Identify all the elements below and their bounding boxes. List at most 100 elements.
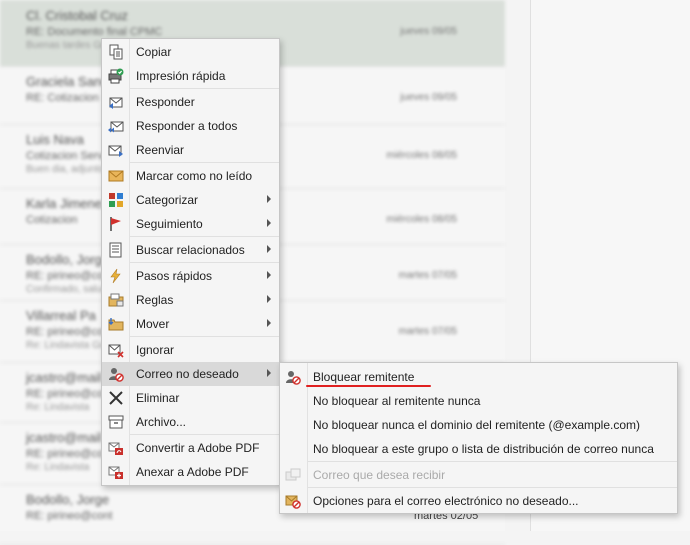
menu-separator (130, 88, 279, 89)
ignore-icon (108, 344, 124, 358)
submenu-item-never-block-group[interactable]: No bloquear a este grupo o lista de dist… (280, 437, 677, 461)
mail-sender: jcastro@mail (26, 370, 102, 385)
mail-preview: Re: Lindavista (26, 402, 90, 413)
quick-steps-icon (110, 268, 121, 284)
mail-preview: Re: Lindavista (26, 462, 90, 473)
delete-x-icon (109, 391, 123, 405)
menu-item-forward[interactable]: Reenviar (102, 138, 279, 162)
menu-item-label: Marcar como no leído (136, 169, 253, 183)
menu-separator (130, 162, 279, 163)
junk-options-icon (285, 495, 301, 509)
menu-item-label: Reglas (136, 293, 174, 307)
menu-item-label: Seguimiento (136, 217, 203, 231)
submenu-item-never-block-domain[interactable]: No bloquear nunca el dominio del remiten… (280, 413, 677, 437)
submenu-arrow-icon (267, 219, 271, 227)
menu-item-reply[interactable]: Responder (102, 90, 279, 114)
menu-item-junk[interactable]: Correo no deseado (102, 362, 279, 386)
mail-date: martes 07/05 (398, 326, 457, 337)
submenu-item-not-junk: Correo que desea recibir (280, 463, 677, 487)
reply-icon (109, 97, 123, 109)
adobe-pdf-convert-icon (108, 442, 123, 455)
menu-item-convert-pdf[interactable]: Convertir a Adobe PDF (102, 436, 279, 460)
menu-item-rules[interactable]: Reglas (102, 288, 279, 312)
forward-icon (108, 145, 123, 157)
menu-item-label: Ignorar (136, 343, 175, 357)
menu-item-label: Responder (136, 95, 195, 109)
menu-item-ignore[interactable]: Ignorar (102, 338, 279, 362)
mail-date: jueves 09/05 (400, 26, 457, 37)
menu-item-move[interactable]: Mover (102, 312, 279, 336)
menu-item-label: Correo no deseado (136, 367, 239, 381)
menu-item-mark-unread[interactable]: Marcar como no leído (102, 164, 279, 188)
submenu-arrow-icon (267, 195, 271, 203)
mail-subject: RE: pirineo@cont (26, 510, 113, 522)
mail-sender: Karla Jimenez (26, 196, 109, 211)
mail-sender: Bodollo, Jorge (26, 252, 110, 267)
menu-separator (308, 487, 677, 488)
annotation-underline (306, 385, 431, 387)
menu-item-categorize[interactable]: Categorizar (102, 188, 279, 212)
menu-item-copy[interactable]: Copiar (102, 40, 279, 64)
mail-date: miércoles 08/05 (386, 150, 457, 161)
move-folder-icon (108, 318, 124, 331)
block-sender-icon (286, 371, 301, 385)
menu-item-append-pdf[interactable]: Anexar a Adobe PDF (102, 460, 279, 484)
menu-item-label: Copiar (136, 45, 172, 59)
mail-subject: RE: pirineo@cont (26, 326, 113, 338)
adobe-pdf-append-icon (108, 466, 123, 479)
menu-separator (130, 236, 279, 237)
mail-subject: RE: Cotizacion (26, 92, 99, 104)
context-menu: Copiar Impresión rápida Responder Respon… (101, 38, 280, 486)
mail-date: jueves 09/05 (400, 92, 457, 103)
submenu-arrow-icon (267, 245, 271, 253)
menu-item-delete[interactable]: Eliminar (102, 386, 279, 410)
menu-item-quick-print[interactable]: Impresión rápida (102, 64, 279, 88)
menu-item-label: Archivo... (136, 415, 187, 429)
mail-sender: Luis Nava (26, 132, 84, 147)
menu-item-label: Anexar a Adobe PDF (136, 465, 249, 479)
menu-item-label: Responder a todos (136, 119, 238, 133)
submenu-arrow-icon (267, 271, 271, 279)
submenu-item-label: Correo que desea recibir (313, 468, 446, 482)
menu-item-label: Impresión rápida (136, 69, 226, 83)
mail-subject: RE: Documento final CPMC (26, 26, 163, 38)
menu-item-follow-up[interactable]: Seguimiento (102, 212, 279, 236)
mail-subject: RE: pirineo@cont (26, 270, 113, 282)
categorize-icon (109, 193, 123, 207)
unread-envelope-icon (108, 170, 124, 182)
mail-subject: RE: pirineo@cont (26, 448, 113, 460)
quick-print-icon (108, 68, 124, 84)
mail-subject: Cotizacion (26, 214, 78, 226)
menu-separator (130, 434, 279, 435)
menu-item-label: Pasos rápidos (136, 269, 213, 283)
reply-all-icon (108, 121, 124, 133)
flag-icon (110, 217, 121, 231)
submenu-item-junk-options[interactable]: Opciones para el correo electrónico no d… (280, 489, 677, 513)
submenu-item-label: Opciones para el correo electrónico no d… (313, 494, 579, 508)
menu-separator (130, 336, 279, 337)
menu-item-label: Mover (136, 317, 170, 331)
archive-icon (108, 415, 124, 429)
menu-item-label: Eliminar (136, 391, 180, 405)
menu-item-quick-steps[interactable]: Pasos rápidos (102, 264, 279, 288)
mail-sender: Bodollo, Jorge (26, 492, 110, 507)
menu-item-archive[interactable]: Archivo... (102, 410, 279, 434)
mail-sender: Villarreal Pa (26, 308, 96, 323)
mail-date: miércoles 08/05 (386, 214, 457, 225)
mail-sender: Cl. Cristobal Cruz (26, 8, 128, 23)
submenu-arrow-icon (267, 319, 271, 327)
junk-mail-icon (109, 368, 124, 382)
menu-item-label: Reenviar (136, 143, 185, 157)
submenu-arrow-icon (267, 369, 271, 377)
submenu-item-label: No bloquear al remitente nunca (313, 394, 481, 408)
copy-icon (109, 44, 123, 60)
mail-subject: RE: pirineo@cont (26, 388, 113, 400)
mail-date: martes 07/05 (398, 270, 457, 281)
menu-item-reply-all[interactable]: Responder a todos (102, 114, 279, 138)
submenu-item-never-block-sender[interactable]: No bloquear al remitente nunca (280, 389, 677, 413)
menu-item-label: Categorizar (136, 193, 199, 207)
menu-separator (308, 461, 677, 462)
menu-item-find-related[interactable]: Buscar relacionados (102, 238, 279, 262)
find-related-icon (109, 242, 122, 258)
mail-sender: jcastro@mail (26, 430, 102, 445)
